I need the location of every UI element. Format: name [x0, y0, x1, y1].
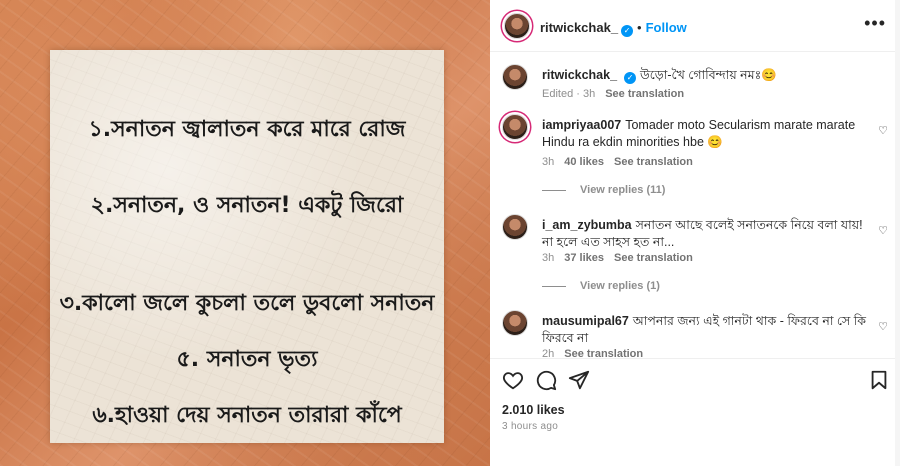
comment-item: i_am_zybumba সনাতন আছে বলেই সনাতনকে নিয়ে… — [502, 214, 890, 324]
commenter-avatar[interactable] — [502, 114, 528, 140]
post-timestamp[interactable]: 3 hours ago — [502, 421, 558, 432]
follow-button[interactable]: Follow — [646, 20, 687, 35]
comment-text-block: mausumipal67 আপনার জন্য এই গানটা থাক - ফি… — [542, 313, 872, 347]
caption-avatar[interactable] — [502, 64, 528, 90]
see-translation-link[interactable]: See translation — [614, 252, 693, 264]
caption-text: উড়ো-খৈ গোবিন্দায় নমঃ😊 — [640, 68, 777, 82]
post-panel: ritwickchak_ ✓ • Follow ••• ritwickchak_ ✓ উড… — [490, 0, 900, 466]
comment-likes[interactable]: 37 likes — [564, 252, 604, 264]
like-heart-icon[interactable] — [502, 369, 524, 391]
comment-meta: 3h 37 likes See translation — [542, 252, 703, 264]
post-line-5: ৬.হাওয়া দেয় সনাতন তারারা কাঁপে — [92, 403, 402, 428]
comment-text-block: i_am_zybumba সনাতন আছে বলেই সনাতনকে নিয়ে… — [542, 217, 872, 251]
comment-username[interactable]: mausumipal67 — [542, 314, 629, 328]
header-separator: • — [637, 20, 642, 35]
comment-time: 2h — [542, 348, 555, 358]
like-comment-heart-icon[interactable]: ♡ — [878, 320, 888, 333]
commenter-avatar[interactable] — [502, 214, 528, 240]
comment-username[interactable]: i_am_zybumba — [542, 218, 632, 232]
comment-time: 3h — [542, 252, 555, 264]
post-line-2: ২.সনাতন, ও সনাতন! একটু জিরো — [90, 193, 404, 218]
see-translation-link[interactable]: See translation — [605, 88, 684, 100]
post-likes-count[interactable]: 2.010 likes — [502, 403, 565, 417]
view-replies-button[interactable]: View replies (11) — [542, 184, 665, 196]
comments-list[interactable]: ritwickchak_ ✓ উড়ো-খৈ গোবিন্দায় নমঃ😊 Edi… — [490, 52, 900, 358]
caption: ritwickchak_ ✓ উড়ো-খৈ গোবিন্দায় নমঃ😊 Edi… — [502, 64, 890, 104]
view-replies-button[interactable]: View replies (1) — [542, 280, 660, 292]
caption-text-block: ritwickchak_ ✓ উড়ো-খৈ গোবিন্দায় নমঃ😊 — [542, 67, 872, 84]
share-paper-plane-icon[interactable] — [568, 369, 590, 391]
like-comment-heart-icon[interactable]: ♡ — [878, 124, 888, 137]
post-actions: 2.010 likes 3 hours ago — [490, 358, 900, 466]
see-translation-link[interactable]: See translation — [564, 348, 643, 358]
caption-username[interactable]: ritwickchak_ — [542, 68, 617, 82]
comment-likes[interactable]: 40 likes — [564, 156, 604, 168]
verified-badge-icon: ✓ — [621, 25, 634, 37]
save-bookmark-icon[interactable] — [868, 369, 890, 391]
post-line-3: ৩.কালো জলে কুচলা তলে ডুবলো সনাতন — [59, 291, 435, 316]
see-translation-link[interactable]: See translation — [614, 156, 693, 168]
comment-username[interactable]: iampriyaa007 — [542, 118, 621, 132]
post-line-4: ৫. সনাতন ভৃত্য — [176, 347, 318, 372]
panel-scrollbar[interactable] — [895, 0, 900, 466]
comment-time: 3h — [542, 156, 555, 168]
post-image[interactable]: ১.সনাতন জ্বালাতন করে মারে রোজ ২.সনাতন, ও… — [0, 0, 490, 466]
comment-item: mausumipal67 আপনার জন্য এই গানটা থাক - ফি… — [502, 310, 890, 358]
comment-text-block: iampriyaa007 Tomader moto Secularism mara… — [542, 117, 872, 151]
caption-edited: Edited · 3h — [542, 88, 596, 100]
like-comment-heart-icon[interactable]: ♡ — [878, 224, 888, 237]
author-username[interactable]: ritwickchak_ — [540, 20, 618, 35]
author-avatar[interactable] — [504, 13, 530, 39]
comment-item: iampriyaa007 Tomader moto Secularism mara… — [502, 114, 890, 224]
comment-bubble-icon[interactable] — [535, 369, 557, 391]
comment-meta: 2h See translation — [542, 348, 653, 358]
caption-meta: Edited · 3h See translation — [542, 88, 694, 100]
comment-meta: 3h 40 likes See translation — [542, 156, 703, 168]
commenter-avatar[interactable] — [502, 310, 528, 336]
post-line-1: ১.সনাতন জ্বালাতন করে মারে রোজ — [88, 117, 406, 142]
more-options-icon[interactable]: ••• — [864, 14, 886, 32]
paper-note: ১.সনাতন জ্বালাতন করে মারে রোজ ২.সনাতন, ও… — [50, 50, 444, 443]
verified-badge-icon: ✓ — [624, 72, 637, 84]
post-header: ritwickchak_ ✓ • Follow ••• — [490, 0, 900, 52]
